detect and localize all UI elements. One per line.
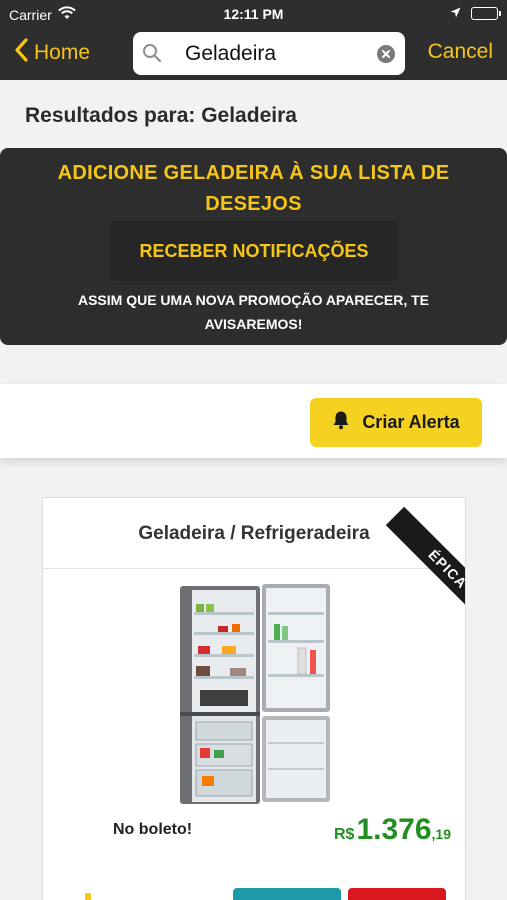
search-icon (142, 43, 162, 68)
results-title: Resultados para: Geladeira (25, 104, 297, 127)
clear-icon[interactable] (377, 45, 395, 63)
price-currency: R$ (334, 826, 355, 843)
status-right-group (450, 5, 501, 21)
home-back-button[interactable]: Home (14, 38, 90, 68)
receive-notifications-button[interactable]: RECEBER NOTIFICAÇÕES (110, 221, 398, 281)
card-action-teal-button[interactable] (233, 888, 341, 900)
card-action-red-button[interactable] (348, 888, 446, 900)
card-action-marker (85, 893, 91, 900)
search-bar[interactable] (133, 32, 405, 75)
product-card[interactable]: Geladeira / Refrigeradeira ÉPICA No bole… (42, 497, 466, 900)
alert-strip: Criar Alerta (0, 384, 507, 458)
cancel-button[interactable]: Cancel (428, 40, 493, 64)
bell-icon (332, 410, 350, 435)
battery-icon (471, 6, 501, 20)
wishlist-panel: ADICIONE GELADEIRA À SUA LISTA DE DESEJO… (0, 148, 507, 345)
refrigerator-image (180, 584, 330, 804)
price-integer: 1.376 (356, 813, 432, 846)
price: R$ 1.376 ,19 (334, 813, 451, 847)
create-alert-label: Criar Alerta (362, 412, 460, 432)
create-alert-button[interactable]: Criar Alerta (310, 398, 482, 447)
payment-note: No boleto! (113, 821, 193, 838)
status-bar: Carrier 12:11 PM (0, 0, 507, 28)
home-label: Home (34, 41, 91, 64)
search-input[interactable] (185, 39, 365, 69)
wishlist-headline: ADICIONE GELADEIRA À SUA LISTA DE DESEJO… (57, 162, 450, 215)
nav-bar: Home Cancel (0, 28, 507, 80)
card-divider (43, 568, 465, 569)
location-arrow-icon (450, 5, 461, 21)
chevron-left-icon (14, 38, 28, 68)
status-time: 12:11 PM (223, 6, 284, 22)
price-cents: ,19 (431, 826, 451, 842)
wishlist-note: ASSIM QUE UMA NOVA PROMOÇÃO APARECER, TE… (77, 292, 430, 332)
